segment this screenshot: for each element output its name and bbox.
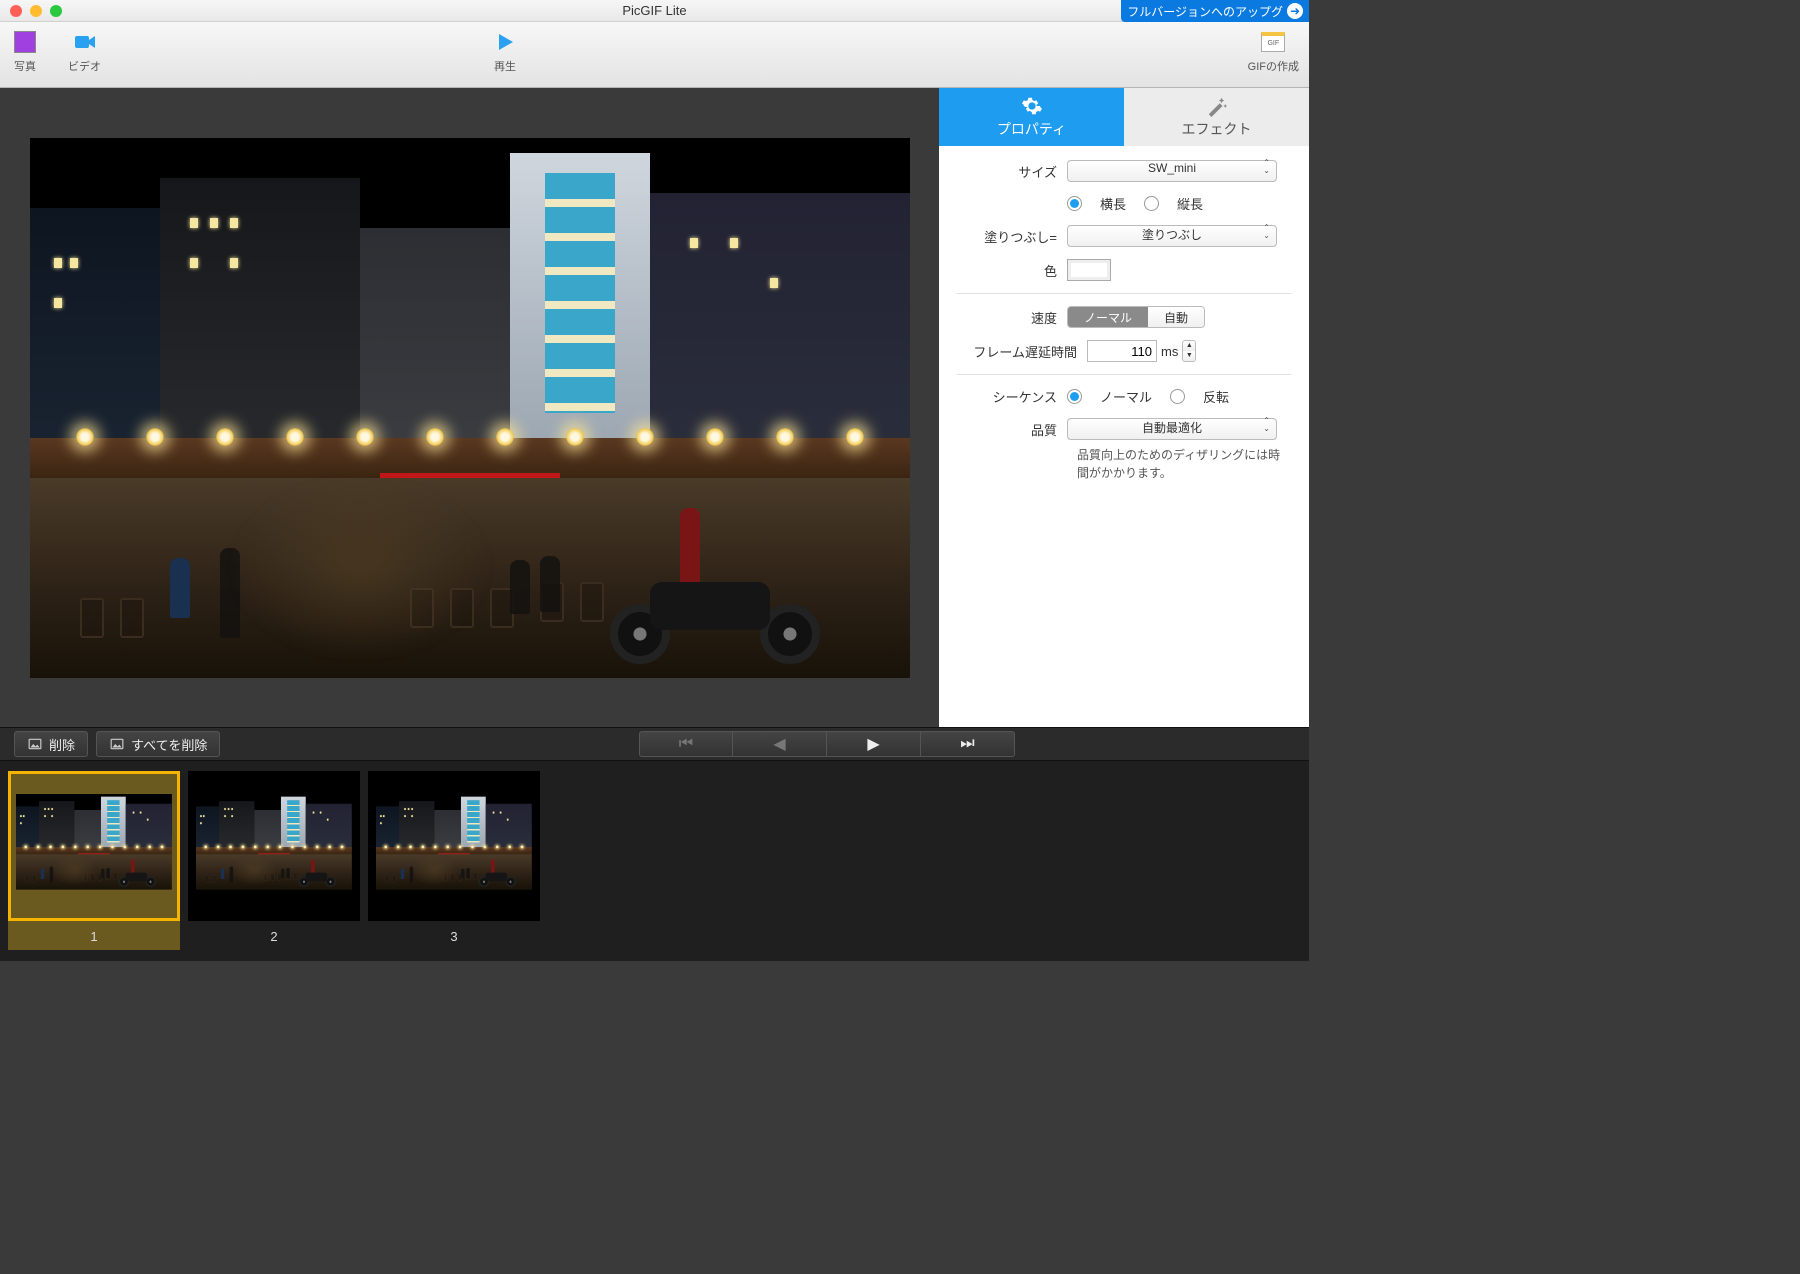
canvas-area: SUSHI-K bbox=[0, 88, 939, 727]
titlebar: PicGIF Lite フルバージョンへのアップグ ➜ bbox=[0, 0, 1309, 22]
speed-label: 速度 bbox=[957, 308, 1067, 327]
delete-all-label: すべてを削除 bbox=[131, 735, 207, 754]
size-value: SW_mini bbox=[1148, 161, 1196, 175]
speed-normal-button[interactable]: ノーマル bbox=[1068, 307, 1148, 327]
fill-select[interactable]: 塗りつぶし bbox=[1067, 225, 1277, 247]
motorcycle bbox=[479, 868, 516, 887]
prev-frame-button[interactable]: ◀ bbox=[733, 731, 827, 757]
window-title: PicGIF Lite bbox=[0, 3, 1309, 18]
stepper-down-icon[interactable]: ▼ bbox=[1183, 351, 1195, 361]
tab-effects[interactable]: エフェクト bbox=[1124, 88, 1309, 146]
play-icon bbox=[490, 28, 520, 56]
motorcycle bbox=[610, 554, 820, 664]
next-frame-button[interactable]: ▶ bbox=[827, 731, 921, 757]
orientation-horizontal-radio[interactable] bbox=[1067, 196, 1082, 211]
fill-value: 塗りつぶし bbox=[1142, 228, 1202, 242]
upgrade-banner[interactable]: フルバージョンへのアップグ ➜ bbox=[1121, 0, 1309, 22]
color-label: 色 bbox=[957, 261, 1067, 280]
first-frame-button[interactable]: ⏮ bbox=[639, 731, 733, 757]
stepper-up-icon[interactable]: ▲ bbox=[1183, 341, 1195, 351]
frame-number: 2 bbox=[270, 929, 277, 944]
quality-value: 自動最適化 bbox=[1142, 421, 1202, 435]
side-tabs: プロパティ エフェクト bbox=[939, 88, 1309, 146]
tab-properties[interactable]: プロパティ bbox=[939, 88, 1124, 146]
orientation-horizontal-label: 横長 bbox=[1100, 194, 1126, 213]
gear-icon bbox=[1021, 95, 1043, 117]
frame-thumb[interactable]: SUSHI-K 3 bbox=[368, 771, 540, 944]
photo-icon bbox=[14, 31, 36, 53]
size-select[interactable]: SW_mini bbox=[1067, 160, 1277, 182]
frame-thumb[interactable]: SUSHI-K 2 bbox=[188, 771, 360, 944]
delay-input[interactable] bbox=[1087, 340, 1157, 362]
sequence-normal-radio[interactable] bbox=[1067, 389, 1082, 404]
frame-nav: ⏮ ◀ ▶ ⏭ bbox=[639, 731, 1015, 757]
frame-thumb[interactable]: SUSHI-K 1 bbox=[8, 771, 180, 950]
speed-auto-button[interactable]: 自動 bbox=[1148, 307, 1204, 327]
skip-back-icon: ⏮ bbox=[679, 735, 693, 753]
image-icon bbox=[109, 737, 125, 751]
photo-button[interactable]: 写真 bbox=[10, 28, 40, 74]
divider bbox=[957, 293, 1291, 294]
orientation-vertical-radio[interactable] bbox=[1144, 196, 1159, 211]
skip-forward-icon: ⏭ bbox=[960, 735, 974, 753]
photo-label: 写真 bbox=[14, 58, 36, 74]
filmstrip: SUSHI-K 1 bbox=[0, 761, 1309, 961]
motorcycle bbox=[299, 868, 336, 887]
orientation-vertical-label: 縦長 bbox=[1177, 194, 1203, 213]
size-label: サイズ bbox=[957, 162, 1067, 181]
delete-label: 削除 bbox=[49, 735, 75, 754]
divider bbox=[957, 374, 1291, 375]
tab-properties-label: プロパティ bbox=[997, 119, 1066, 139]
frame-number: 3 bbox=[450, 929, 457, 944]
delay-label: フレーム遅延時間 bbox=[957, 342, 1087, 361]
motorcycle bbox=[119, 868, 156, 887]
gif-file-icon: GIF bbox=[1261, 32, 1285, 52]
thumbnail-image: SUSHI-K bbox=[8, 771, 180, 921]
fill-label: 塗りつぶし= bbox=[957, 227, 1067, 246]
quality-label: 品質 bbox=[957, 420, 1067, 439]
delete-button[interactable]: 削除 bbox=[14, 731, 88, 757]
arrow-right-icon: ➜ bbox=[1287, 3, 1303, 19]
sequence-normal-label: ノーマル bbox=[1100, 387, 1152, 406]
video-label: ビデオ bbox=[68, 58, 101, 74]
preview-image: SUSHI-K bbox=[30, 138, 910, 678]
delay-stepper[interactable]: ▲▼ bbox=[1182, 340, 1196, 362]
thumbnail-image: SUSHI-K bbox=[188, 771, 360, 921]
arrow-right-icon: ▶ bbox=[867, 734, 879, 754]
magic-wand-icon bbox=[1206, 95, 1228, 117]
video-camera-icon bbox=[70, 28, 100, 56]
main-area: SUSHI-K bbox=[0, 88, 1309, 727]
properties-panel: サイズ SW_mini 横長 縦長 塗りつぶし= 塗りつぶし 色 bbox=[939, 146, 1309, 496]
create-gif-label: GIFの作成 bbox=[1248, 58, 1299, 74]
sequence-reverse-label: 反転 bbox=[1203, 387, 1229, 406]
toolbar: 写真 ビデオ 再生 GIF GIFの作成 bbox=[0, 22, 1309, 88]
play-label: 再生 bbox=[494, 58, 516, 74]
last-frame-button[interactable]: ⏭ bbox=[921, 731, 1015, 757]
sequence-label: シーケンス bbox=[957, 387, 1067, 406]
upgrade-label: フルバージョンへのアップグ bbox=[1127, 3, 1283, 20]
delay-unit: ms bbox=[1161, 344, 1178, 359]
arrow-left-icon: ◀ bbox=[773, 734, 785, 754]
frame-number: 1 bbox=[90, 929, 97, 944]
quality-select[interactable]: 自動最適化 bbox=[1067, 418, 1277, 440]
speed-segmented: ノーマル 自動 bbox=[1067, 306, 1205, 328]
thumbnail-image: SUSHI-K bbox=[368, 771, 540, 921]
sidebar: プロパティ エフェクト サイズ SW_mini 横長 縦長 bbox=[939, 88, 1309, 727]
play-button[interactable]: 再生 bbox=[490, 28, 520, 74]
sequence-reverse-radio[interactable] bbox=[1170, 389, 1185, 404]
image-icon bbox=[27, 737, 43, 751]
quality-hint: 品質向上のためのディザリングには時間がかかります。 bbox=[1077, 446, 1291, 482]
lower-toolbar: 削除 すべてを削除 ⏮ ◀ ▶ ⏭ bbox=[0, 727, 1309, 761]
video-button[interactable]: ビデオ bbox=[68, 28, 101, 74]
tab-effects-label: エフェクト bbox=[1182, 119, 1252, 139]
create-gif-button[interactable]: GIF GIFの作成 bbox=[1248, 28, 1299, 74]
delete-all-button[interactable]: すべてを削除 bbox=[96, 731, 220, 757]
color-well[interactable] bbox=[1067, 259, 1111, 281]
